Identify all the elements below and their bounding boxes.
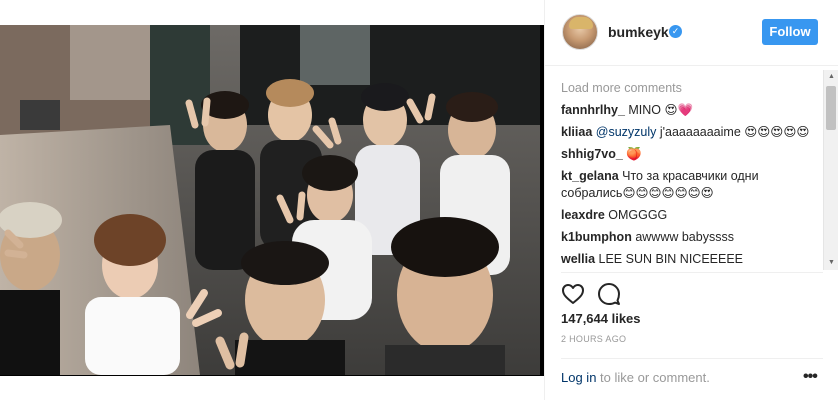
scrollbar-thumb[interactable] [826,86,836,130]
post-sidebar: bumkeyk ✓ Follow Load more comments fann… [544,0,838,400]
comment-item: kliiaa @suzyzuly j'aaaaaaaaime 😍😍😍😍😍 [561,124,819,141]
comment-text: LEE SUN BIN NICEEEEE [595,252,744,266]
group-selfie-illustration [0,25,540,375]
comment-text: OMGGGG [604,208,668,222]
scroll-down-arrow-icon[interactable]: ▼ [824,256,838,270]
login-link[interactable]: Log in [561,370,596,385]
post-photo[interactable] [0,25,540,375]
comment-username[interactable]: kt_gelana [561,169,619,183]
comment-username[interactable]: fannhrlhy_ [561,103,625,117]
username-link[interactable]: bumkeyk [608,24,669,40]
comment-text: awwww babyssss [631,230,734,244]
comment-username[interactable]: wellia [561,252,595,266]
photo-panel [0,0,544,400]
comment-text: j'aaaaaaaaime 😍😍😍😍😍 [656,125,810,139]
comment-username[interactable]: k1bumphon [561,230,632,244]
comment-icon[interactable] [597,282,621,306]
likes-count[interactable]: 147,644 likes [561,311,641,326]
comment-text: 🍑 [622,147,642,161]
follow-button[interactable]: Follow [762,19,818,45]
divider [561,272,823,273]
comments-scrollbar[interactable]: ▲ ▼ [823,70,838,270]
divider [561,358,823,359]
comment-item: fannhrlhy_ MINO 😍💗 [561,102,819,119]
comment-username[interactable]: kliiaa [561,125,592,139]
more-options-icon[interactable]: ••• [803,368,818,386]
post-timestamp[interactable]: 2 HOURS AGO [561,334,626,344]
comment-item: shhig7vo_ 🍑 [561,146,819,163]
comment-item: wellia LEE SUN BIN NICEEEEE [561,251,819,268]
avatar[interactable] [562,14,598,50]
comment-item: leaxdre OMGGGG [561,207,819,224]
comment-username[interactable]: leaxdre [561,208,605,222]
comment-mention-link[interactable]: @suzyzuly [592,125,657,139]
verified-badge-icon: ✓ [669,25,682,38]
post-header: bumkeyk ✓ Follow [545,0,838,66]
scroll-up-arrow-icon[interactable]: ▲ [824,70,838,84]
comment-item: k1bumphon awwww babyssss [561,229,819,246]
load-more-comments-link[interactable]: Load more comments [561,80,819,97]
heart-icon[interactable] [561,282,585,306]
comments-list: Load more comments fannhrlhy_ MINO 😍💗 kl… [561,80,819,270]
comment-text: MINO 😍💗 [624,103,694,117]
comment-username[interactable]: shhig7vo_ [561,147,623,161]
login-prompt: Log in to like or comment. [561,370,710,385]
login-prompt-text: to like or comment. [596,370,710,385]
comment-item: kt_gelana Что за красавчики одни собрали… [561,168,819,202]
